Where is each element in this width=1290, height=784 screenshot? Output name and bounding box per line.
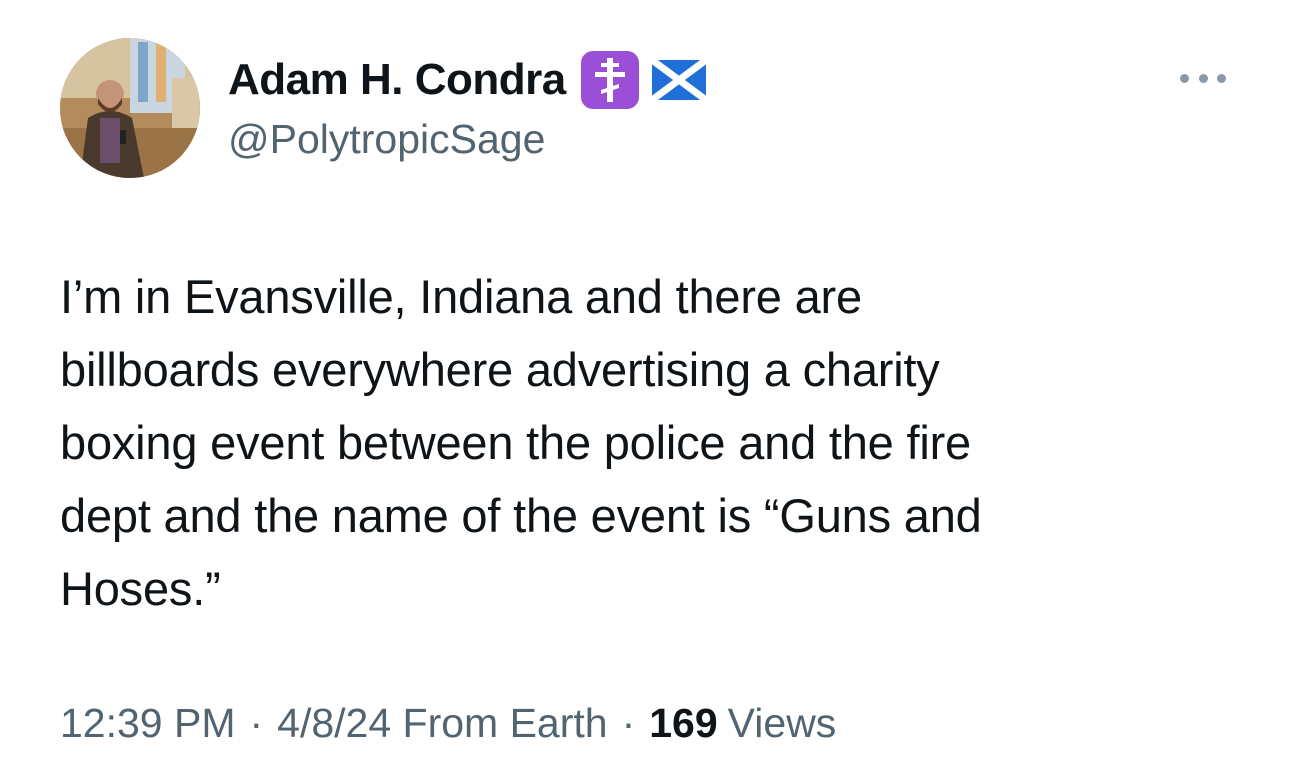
tweet-text-line: billboards everywhere advertising a char… <box>60 343 940 396</box>
author-name-row: Adam H. Condra <box>228 50 708 110</box>
display-name[interactable]: Adam H. Condra <box>228 55 566 105</box>
avatar[interactable] <box>60 38 200 178</box>
avatar-photo <box>60 38 200 178</box>
tweet-text-line: boxing event between the police and the … <box>60 416 971 469</box>
tweet-text: I’m in Evansville, Indiana and there are… <box>60 260 1210 625</box>
dot-icon <box>1198 73 1208 83</box>
tweet-meta: 12:39 PM · 4/8/24 From Earth · 169 Views <box>60 700 836 747</box>
meta-separator: · <box>249 700 264 746</box>
tweet-time[interactable]: 12:39 PM <box>60 700 236 747</box>
tweet-card: Adam H. Condra @PolytropicSage I’m in Ev… <box>0 0 1290 784</box>
more-options-icon[interactable] <box>1180 70 1226 86</box>
scotland-flag-icon <box>649 57 708 103</box>
dot-icon <box>1217 73 1226 83</box>
orthodox-cross-icon <box>580 50 640 110</box>
tweet-text-line: I’m in Evansville, Indiana and there are <box>60 270 862 323</box>
author-handle[interactable]: @PolytropicSage <box>228 116 545 163</box>
meta-separator: · <box>621 700 636 746</box>
views-count[interactable]: 169 <box>649 700 717 747</box>
tweet-date-source[interactable]: 4/8/24 From Earth <box>277 700 607 747</box>
views-label: Views <box>727 700 837 746</box>
tweet-text-line: dept and the name of the event is “Guns … <box>60 489 982 542</box>
dot-icon <box>1180 73 1189 83</box>
tweet-text-line: Hoses.” <box>60 562 221 615</box>
